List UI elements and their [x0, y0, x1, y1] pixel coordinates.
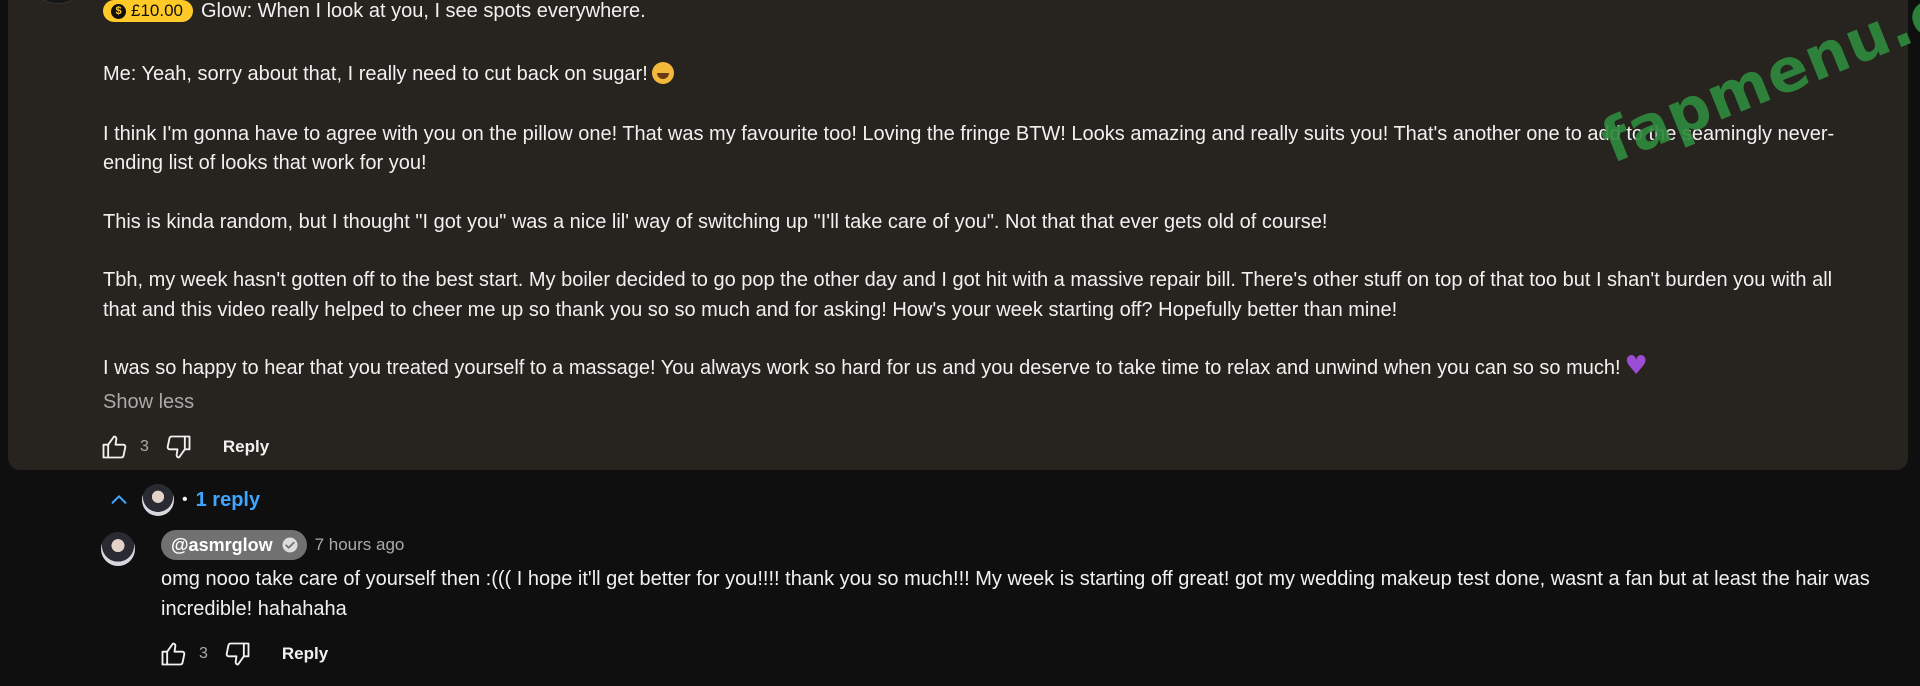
- super-chat-amount: £10.00: [131, 1, 183, 20]
- reply-timestamp[interactable]: 7 hours ago: [315, 535, 405, 555]
- reply-author-avatar[interactable]: [101, 532, 135, 566]
- bullet-separator: •: [182, 491, 188, 508]
- show-less-button[interactable]: Show less: [103, 391, 194, 413]
- comment-author-avatar[interactable]: [28, 0, 88, 4]
- comment-paragraph-2: Me: Yeah, sorry about that, I really nee…: [103, 60, 1843, 90]
- comment-action-bar: 3 Reply: [98, 431, 269, 463]
- comment-body: $ £10.00 Glow: When I look at you, I see…: [103, 0, 1843, 384]
- reply-like-count: 3: [199, 645, 208, 662]
- thumbs-down-icon: [166, 435, 191, 459]
- reply-like-button[interactable]: [157, 638, 189, 670]
- comment-paragraph-6: I was so happy to hear that you treated …: [103, 352, 1843, 384]
- purple-heart-icon: [1625, 352, 1648, 382]
- comment-paragraph-3: I think I'm gonna have to agree with you…: [103, 122, 1835, 175]
- verified-check-icon: [282, 537, 298, 553]
- comment-paragraph-5: Tbh, my week hasn't gotten off to the be…: [103, 269, 1838, 321]
- reply-reply-button[interactable]: Reply: [282, 644, 328, 664]
- like-button[interactable]: [98, 431, 130, 463]
- thumbs-up-icon: [102, 435, 127, 459]
- reply-count-label: 1 reply: [195, 488, 261, 511]
- reply-header: @asmrglow 7 hours ago: [161, 530, 404, 560]
- comment-paragraph-4: This is kinda random, but I thought "I g…: [103, 210, 1328, 233]
- comment-paragraph-1: Glow: When I look at you, I see spots ev…: [201, 0, 646, 22]
- thumbs-down-icon: [225, 642, 250, 666]
- dislike-button[interactable]: [163, 431, 195, 463]
- reply-button[interactable]: Reply: [223, 437, 269, 457]
- super-chat-badge: $ £10.00: [103, 0, 193, 22]
- like-count: 3: [140, 438, 149, 455]
- hide-replies-toggle[interactable]: • 1 reply: [108, 484, 260, 516]
- thumbs-up-icon: [161, 642, 186, 666]
- reply-dislike-button[interactable]: [222, 638, 254, 670]
- reply-author-handle[interactable]: @asmrglow: [161, 530, 307, 560]
- super-chat-line: $ £10.00 Glow: When I look at you, I see…: [103, 0, 1843, 22]
- reply-author-mini-avatar: [142, 484, 174, 516]
- coin-icon: $: [111, 3, 126, 19]
- chevron-up-icon: [111, 495, 127, 504]
- reply-text: omg nooo take care of yourself then :(((…: [161, 568, 1870, 620]
- reply-action-bar: 3 Reply: [157, 638, 328, 670]
- rofl-emoji-icon: [651, 62, 674, 84]
